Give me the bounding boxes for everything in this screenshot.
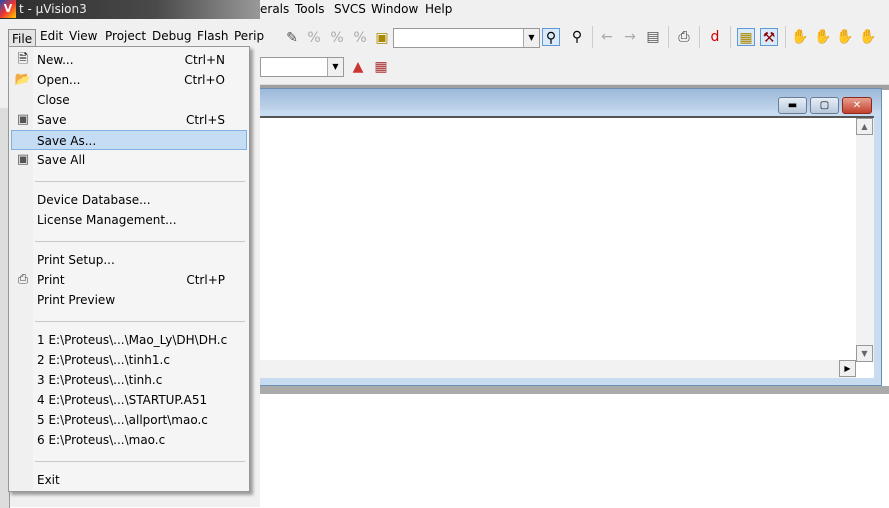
horizontal-scrollbar[interactable]: ▶	[260, 360, 856, 378]
editor-window: ▬ ▢ ✕ ▲ ▼ ▶	[260, 88, 882, 386]
menu-item-label: Close	[37, 93, 70, 107]
menu-item-label: 5 E:\Proteus\...\allport\mao.c	[37, 413, 208, 427]
menu-item-print[interactable]: ⎙ Print Ctrl+P	[11, 270, 247, 290]
file-menu-dropdown: 🗎 New... Ctrl+N 📂 Open... Ctrl+O Close ▣ Save…	[8, 46, 250, 492]
menu-peripherals[interactable]: Perip	[234, 29, 264, 43]
menu-item-label: Ctrl+S	[185, 113, 225, 127]
window-title: t - µVision3	[19, 2, 87, 16]
uvision-logo-icon: V	[0, 0, 16, 18]
find-in-files-icon[interactable]: ▣	[373, 29, 391, 47]
debug-search-icon[interactable]: d	[706, 28, 724, 46]
menu-item-label: Exit	[37, 473, 60, 487]
menu-item-open[interactable]: 📂 Open... Ctrl+O	[11, 70, 247, 90]
menu-item-save-as[interactable]: Save As...	[11, 130, 247, 150]
menu-item-license-management[interactable]: License Management...	[11, 210, 247, 230]
title-bar: V t - µVision3	[0, 0, 260, 19]
menu-item-label: Print Setup...	[37, 253, 115, 267]
editor-client-area[interactable]: ▲ ▼ ▶	[260, 116, 874, 378]
menu-item-label: New...	[37, 53, 74, 67]
menu-item-label: Save All	[37, 153, 86, 167]
menu-item-save[interactable]: ▣ Save Ctrl+S	[11, 110, 247, 130]
maximize-button[interactable]: ▢	[810, 97, 839, 114]
components-icon[interactable]: ▲	[349, 58, 367, 76]
new-file-icon: 🗎	[17, 52, 29, 67]
edit-icon[interactable]: ✎	[283, 29, 301, 47]
menu-item-exit[interactable]: Exit	[11, 470, 247, 490]
recent-file-1[interactable]: 1 E:\Proteus\...\Mao_Ly\DH\DH.c	[11, 330, 247, 350]
menu-help[interactable]: Help	[425, 2, 452, 16]
menu-item-label: Save As...	[37, 134, 97, 148]
scroll-down-icon[interactable]: ▼	[856, 345, 873, 362]
bookmark-clear-icon[interactable]: %	[351, 29, 369, 47]
menu-item-print-setup[interactable]: Print Setup...	[11, 250, 247, 270]
menu-item-label: Ctrl+O	[184, 73, 225, 87]
menu-item-save-all[interactable]: ▣ Save All	[11, 150, 247, 170]
arrow-left-icon[interactable]: ←	[598, 28, 616, 46]
output-window-icon[interactable]: ⚒	[760, 28, 778, 46]
menu-item-label: 4 E:\Proteus\...\STARTUP.A51	[37, 393, 208, 407]
menu-item-label: Print	[37, 273, 65, 287]
menu-peripherals[interactable]: erals	[260, 2, 289, 16]
save-icon: ▣	[16, 112, 30, 127]
menu-item-label: 2 E:\Proteus\...\tinh1.c	[37, 353, 170, 367]
menu-item-label: 1 E:\Proteus\...\Mao_Ly\DH\DH.c	[37, 333, 228, 347]
menu-tools[interactable]: Tools	[295, 2, 325, 16]
target-combo[interactable]: ▼	[260, 57, 344, 77]
menu-item-close[interactable]: Close	[11, 90, 247, 110]
incremental-find-icon[interactable]: ⚲	[568, 28, 586, 46]
recent-file-4[interactable]: 4 E:\Proteus\...\STARTUP.A51	[11, 390, 247, 410]
minimize-button[interactable]: ▬	[778, 97, 807, 114]
menu-item-label: Save	[37, 113, 67, 127]
close-button[interactable]: ✕	[842, 97, 872, 114]
vertical-scrollbar[interactable]: ▲ ▼	[856, 118, 874, 362]
chevron-down-icon[interactable]: ▼	[327, 58, 343, 76]
menu-item-label: License Management...	[37, 213, 177, 227]
recent-file-2[interactable]: 2 E:\Proteus\...\tinh1.c	[11, 350, 247, 370]
menu-item-label: 6 E:\Proteus\...\mao.c	[37, 433, 166, 447]
menu-item-label: Device Database...	[37, 193, 151, 207]
menu-item-label: Open...	[37, 73, 81, 87]
arrow-right-icon[interactable]: →	[621, 28, 639, 46]
menu-svcs[interactable]: SVCS	[334, 2, 366, 16]
scroll-up-icon[interactable]: ▲	[856, 118, 873, 135]
hand-icon[interactable]: ✋	[791, 28, 809, 46]
project-window-icon[interactable]: ▦	[737, 28, 755, 46]
menu-view[interactable]: View	[69, 29, 97, 43]
chevron-down-icon[interactable]: ▼	[523, 29, 539, 47]
menu-item-device-database[interactable]: Device Database...	[11, 190, 247, 210]
menu-item-label: Ctrl+N	[184, 53, 225, 67]
menu-flash[interactable]: Flash	[197, 29, 228, 43]
menu-item-print-preview[interactable]: Print Preview	[11, 290, 247, 310]
printer-icon[interactable]: ⎙	[675, 28, 693, 46]
menu-edit[interactable]: Edit	[40, 29, 63, 43]
hand-all-icon[interactable]: ✋	[859, 28, 877, 46]
menu-item-label: Print Preview	[37, 293, 116, 307]
menu-window[interactable]: Window	[371, 2, 418, 16]
menu-item-label: 3 E:\Proteus\...\tinh.c	[37, 373, 163, 387]
scroll-right-icon[interactable]: ▶	[839, 360, 856, 377]
printer-icon: ⎙	[17, 272, 29, 287]
open-folder-icon: 📂	[14, 72, 32, 87]
recent-file-3[interactable]: 3 E:\Proteus\...\tinh.c	[11, 370, 247, 390]
recent-file-6[interactable]: 6 E:\Proteus\...\mao.c	[11, 430, 247, 450]
recent-file-5[interactable]: 5 E:\Proteus\...\allport\mao.c	[11, 410, 247, 430]
binoculars-icon[interactable]: ⚲	[542, 28, 560, 46]
bookmark-icon[interactable]: %	[305, 29, 323, 47]
toolbar-2: ▼ ▲ ▦	[260, 53, 889, 85]
toolbar-1: ✎ % % % ▣ ▼ ⚲ ⚲ ← → ▤ ⎙ d ▦ ⚒ ✋ ✋ ✋ ✋	[260, 19, 889, 53]
save-all-icon: ▣	[16, 152, 30, 167]
menu-project[interactable]: Project	[105, 29, 146, 43]
bookmark-prev-icon[interactable]: %	[328, 29, 346, 47]
browse-icon[interactable]: ▤	[644, 28, 662, 46]
hand-remove-icon[interactable]: ✋	[814, 28, 832, 46]
keyboard-icon[interactable]: ▦	[372, 58, 390, 76]
find-combo[interactable]: ▼	[393, 28, 540, 48]
menu-bar-right: erals Tools SVCS Window Help	[260, 0, 889, 19]
menu-debug[interactable]: Debug	[152, 29, 191, 43]
hand-disabled-icon[interactable]: ✋	[836, 28, 854, 46]
menu-bar: File Edit View Project Debug Flash Perip	[0, 26, 264, 49]
menu-item-label: Ctrl+P	[186, 273, 225, 287]
menu-item-new[interactable]: 🗎 New... Ctrl+N	[11, 50, 247, 70]
